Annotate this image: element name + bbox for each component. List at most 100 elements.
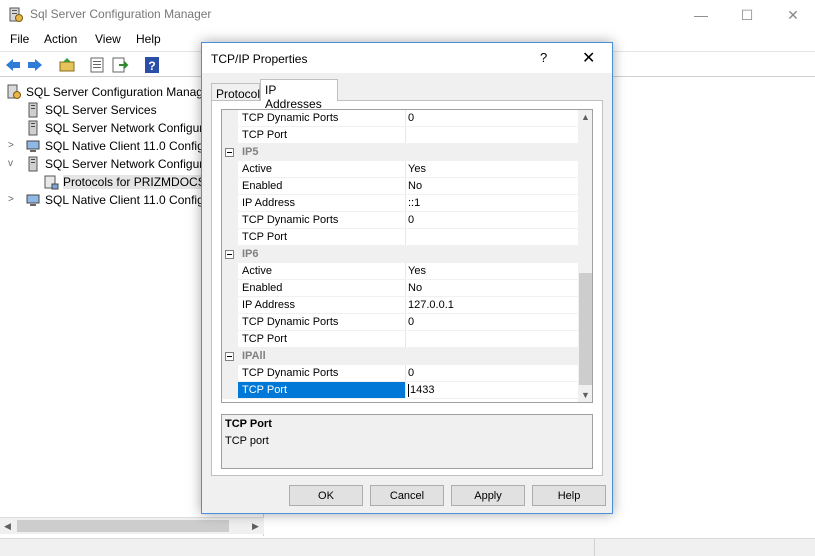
property-name: TCP Dynamic Ports <box>238 365 406 382</box>
grid-property-row[interactable]: TCP Port <box>222 127 578 144</box>
tree-item-native-client[interactable]: SQL Native Client 11.0 Config <box>25 137 204 155</box>
config-manager-icon <box>7 84 21 99</box>
grid-property-row[interactable]: TCP Port <box>222 229 578 246</box>
grid-property-row[interactable]: TCP Dynamic Ports 0 <box>222 314 578 331</box>
property-value[interactable]: Yes <box>407 161 578 178</box>
grid-margin <box>222 110 238 127</box>
grid-property-row[interactable]: Active Yes <box>222 263 578 280</box>
vertical-scrollbar[interactable]: ▲ ▼ <box>578 110 592 402</box>
tree-item-network-config[interactable]: SQL Server Network Configura <box>25 119 210 137</box>
collapse-icon[interactable] <box>225 148 234 157</box>
property-value[interactable]: Yes <box>407 263 578 280</box>
property-name: TCP Dynamic Ports <box>238 212 406 229</box>
property-value[interactable] <box>407 127 578 144</box>
chevron-down-icon[interactable]: v <box>8 158 13 169</box>
apply-button[interactable]: Apply <box>451 485 525 506</box>
grid-margin <box>222 314 238 331</box>
tab-ip-addresses[interactable]: IP Addresses <box>260 79 338 111</box>
tree-item-network-config-2[interactable]: SQL Server Network Configura <box>25 155 210 173</box>
property-value[interactable]: 0 <box>407 212 578 229</box>
property-name: TCP Port <box>238 229 406 246</box>
property-value[interactable]: ::1 <box>407 195 578 212</box>
grid-property-row[interactable]: Active Yes <box>222 161 578 178</box>
dialog-close-button[interactable]: ✕ <box>582 48 595 68</box>
property-value[interactable] <box>407 229 578 246</box>
property-value[interactable]: 0 <box>407 365 578 382</box>
menu-help[interactable]: Help <box>136 32 161 46</box>
chevron-right-icon[interactable]: > <box>8 194 14 205</box>
property-value-text: Yes <box>408 265 426 277</box>
property-value[interactable]: No <box>407 280 578 297</box>
grid-property-row[interactable]: Enabled No <box>222 280 578 297</box>
server-icon <box>28 156 38 172</box>
property-value[interactable]: 0 <box>407 314 578 331</box>
chevron-right-icon[interactable]: > <box>8 140 14 151</box>
grid-property-row[interactable]: TCP Port 1433 <box>222 382 578 399</box>
property-value[interactable]: 1433 <box>407 382 578 399</box>
grid-margin <box>222 229 238 246</box>
scroll-right-icon[interactable]: ▶ <box>252 521 259 532</box>
scroll-left-icon[interactable]: ◀ <box>4 521 11 532</box>
scroll-up-icon[interactable]: ▲ <box>581 112 590 122</box>
dialog-title-bar: TCP/IP Properties ? ✕ <box>202 43 612 73</box>
tree-label: SQL Server Network Configura <box>45 121 210 135</box>
property-name: Enabled <box>238 178 406 195</box>
grid-property-row[interactable]: TCP Port <box>222 331 578 348</box>
grid-property-row[interactable]: TCP Dynamic Ports 0 <box>222 212 578 229</box>
export-list-icon[interactable] <box>111 56 129 74</box>
help-icon[interactable]: ? <box>143 56 161 74</box>
category-name: IP5 <box>242 146 259 158</box>
property-name: TCP Dynamic Ports <box>238 314 406 331</box>
tree-item-server-services[interactable]: SQL Server Services <box>25 101 157 119</box>
grid-property-row[interactable]: IP Address::1 <box>222 195 578 212</box>
text-caret <box>408 383 409 397</box>
grid-property-row[interactable]: TCP Dynamic Ports 0 <box>222 110 578 127</box>
scrollbar-thumb[interactable] <box>579 273 592 385</box>
ok-button[interactable]: OK <box>289 485 363 506</box>
menu-action[interactable]: Action <box>44 32 77 46</box>
property-value[interactable]: No <box>407 178 578 195</box>
menu-file[interactable]: File <box>10 32 29 46</box>
config-manager-icon <box>9 7 23 22</box>
maximize-button[interactable]: ☐ <box>724 0 770 30</box>
grid-category-row[interactable]: IP6 <box>222 246 578 263</box>
tab-protocol[interactable]: Protocol <box>211 83 260 101</box>
property-value[interactable]: 0 <box>407 110 578 127</box>
scrollbar-thumb[interactable] <box>17 520 229 532</box>
property-name: IP Address <box>238 195 406 212</box>
grid-category-row[interactable]: IPAll <box>222 348 578 365</box>
grid-property-row[interactable]: IP Address 127.0.0.1 <box>222 297 578 314</box>
grid-property-row[interactable]: Enabled No <box>222 178 578 195</box>
grid-margin <box>222 263 238 280</box>
forward-arrow-icon[interactable] <box>26 56 44 74</box>
property-value[interactable]: 127.0.0.1 <box>407 297 578 314</box>
grid-margin <box>222 365 238 382</box>
tree-root[interactable]: SQL Server Configuration Manager <box>6 83 214 101</box>
property-value[interactable] <box>407 331 578 348</box>
menu-view[interactable]: View <box>95 32 121 46</box>
dialog-title: TCP/IP Properties <box>211 52 308 66</box>
collapse-icon[interactable] <box>225 352 234 361</box>
grid-property-row[interactable]: TCP Dynamic Ports 0 <box>222 365 578 382</box>
dialog-help-button[interactable]: ? <box>540 50 547 65</box>
close-button[interactable]: ✕ <box>770 0 815 30</box>
tree-item-protocols[interactable]: Protocols for PRIZMDOCS <box>43 173 206 191</box>
up-folder-icon[interactable] <box>58 56 76 74</box>
tcpip-properties-dialog: TCP/IP Properties ? ✕ Protocol IP Addres… <box>201 42 613 514</box>
grid-margin <box>222 178 238 195</box>
grid-margin <box>222 297 238 314</box>
title-bar: Sql Server Configuration Manager — ☐ ✕ <box>0 0 815 30</box>
properties-icon[interactable] <box>88 56 106 74</box>
help-button[interactable]: Help <box>532 485 606 506</box>
back-arrow-icon[interactable] <box>4 56 22 74</box>
grid-margin <box>222 195 238 212</box>
tree-label: SQL Native Client 11.0 Config <box>45 139 204 153</box>
cancel-button[interactable]: Cancel <box>370 485 444 506</box>
scroll-down-icon[interactable]: ▼ <box>581 390 590 400</box>
collapse-icon[interactable] <box>225 250 234 259</box>
horizontal-scrollbar[interactable]: ◀ ▶ <box>0 517 264 534</box>
grid-category-row[interactable]: IP5 <box>222 144 578 161</box>
minimize-button[interactable]: — <box>678 0 724 30</box>
tree-item-native-client-2[interactable]: SQL Native Client 11.0 Config <box>25 191 204 209</box>
property-grid[interactable]: TCP Dynamic Ports 0 TCP Port IP5 Active Yes En… <box>221 109 593 403</box>
